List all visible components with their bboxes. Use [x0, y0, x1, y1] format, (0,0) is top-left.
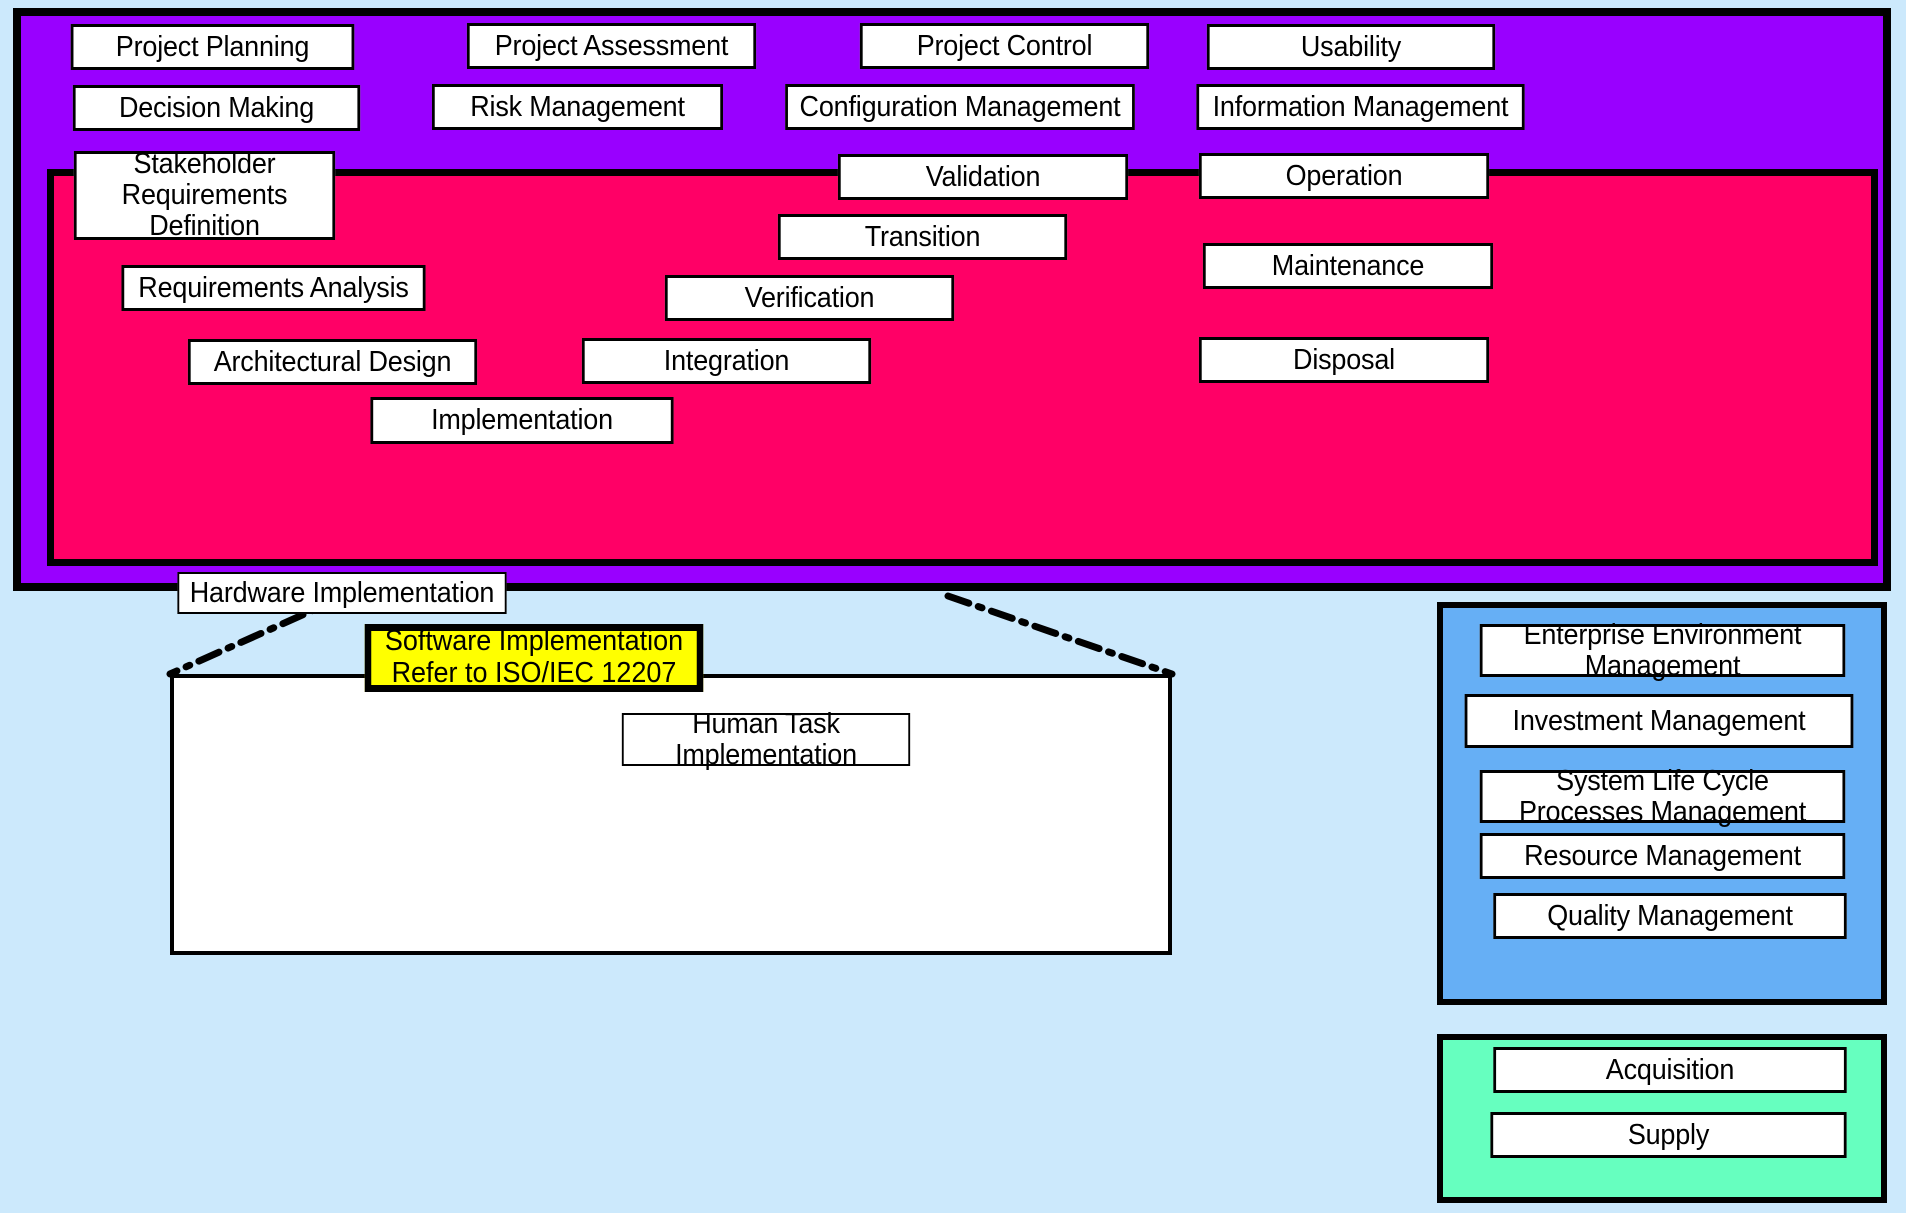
process-box-risk-management: Risk Management — [431, 84, 724, 130]
process-box-human-task: Human Task Implementation — [621, 708, 911, 770]
process-box-label: Transition — [864, 220, 981, 253]
process-box-label: Operation — [1285, 159, 1403, 192]
process-box-operation: Operation — [1198, 153, 1490, 199]
process-box-label: Verification — [744, 281, 875, 314]
process-box-investment-management: Investment Management — [1464, 694, 1854, 748]
process-box-label: Investment Management — [1512, 704, 1806, 737]
process-box-validation: Validation — [837, 154, 1129, 200]
process-box-disposal: Disposal — [1198, 337, 1490, 383]
process-box-label: Information Management — [1212, 90, 1509, 123]
process-box-label: Architectural Design — [213, 345, 452, 378]
process-box-label: Configuration Management — [799, 90, 1121, 123]
process-box-system-life-cycle: System Life Cycle Processes Management — [1479, 765, 1846, 827]
process-box-label: Supply — [1627, 1118, 1710, 1151]
process-box-label: Integration — [663, 344, 790, 377]
process-box-label: Decision Making — [118, 91, 315, 124]
process-box-label: Stakeholder Requirements Definition — [121, 148, 288, 242]
process-box-transition: Transition — [777, 214, 1068, 260]
process-box-usability: Usability — [1206, 24, 1496, 70]
process-box-label: Enterprise Environment Management — [1523, 618, 1802, 682]
process-box-label: Validation — [925, 160, 1041, 193]
process-box-label: Disposal — [1293, 343, 1395, 376]
process-box-label: Quality Management — [1547, 899, 1793, 932]
process-box-label: Resource Management — [1524, 839, 1801, 872]
process-box-project-planning: Project Planning — [70, 24, 355, 70]
process-box-label: Project Planning — [115, 30, 310, 63]
implementation-right-callout — [944, 592, 1176, 678]
process-box-maintenance: Maintenance — [1202, 243, 1494, 289]
process-box-label: Project Control — [916, 29, 1093, 62]
process-box-label: Software Implementation Refer to ISO/IEC … — [384, 625, 684, 689]
process-box-acquisition: Acquisition — [1493, 1047, 1847, 1093]
process-box-label: Human Task Implementation — [675, 707, 857, 771]
diagram-canvas: Project Planning Project Assessment Projec… — [0, 0, 1906, 1213]
process-box-label: Acquisition — [1605, 1053, 1735, 1086]
process-box-label: Hardware Implementation — [189, 576, 495, 609]
process-box-label: Requirements Analysis — [138, 271, 409, 304]
process-box-label: Project Assessment — [494, 29, 729, 62]
process-box-decision-making: Decision Making — [72, 85, 361, 131]
process-box-implementation: Implementation — [370, 397, 674, 444]
process-box-label: Implementation — [431, 404, 613, 437]
process-box-quality-management: Quality Management — [1493, 893, 1847, 939]
process-box-enterprise-environment: Enterprise Environment Management — [1479, 619, 1846, 681]
process-box-architectural-design: Architectural Design — [187, 339, 478, 385]
process-box-resource-management: Resource Management — [1479, 833, 1846, 879]
process-box-hardware-implementation: Hardware Implementation — [177, 572, 507, 614]
process-box-verification: Verification — [664, 275, 955, 321]
process-box-integration: Integration — [581, 338, 872, 384]
process-box-project-control: Project Control — [859, 23, 1150, 69]
process-box-information-management: Information Management — [1196, 84, 1525, 130]
process-box-configuration-management: Configuration Management — [785, 84, 1135, 130]
process-box-software-implementation: Software Implementation Refer to ISO/IEC … — [364, 624, 704, 692]
process-box-stakeholder: Stakeholder Requirements Definition — [73, 148, 336, 242]
process-box-supply: Supply — [1490, 1112, 1847, 1158]
process-box-label: Risk Management — [470, 90, 685, 123]
process-box-label: System Life Cycle Processes Management — [1518, 764, 1807, 828]
process-box-label: Maintenance — [1271, 249, 1425, 282]
process-box-requirements-analysis: Requirements Analysis — [121, 265, 426, 311]
process-box-project-assessment: Project Assessment — [466, 23, 757, 69]
process-box-label: Usability — [1300, 30, 1402, 63]
